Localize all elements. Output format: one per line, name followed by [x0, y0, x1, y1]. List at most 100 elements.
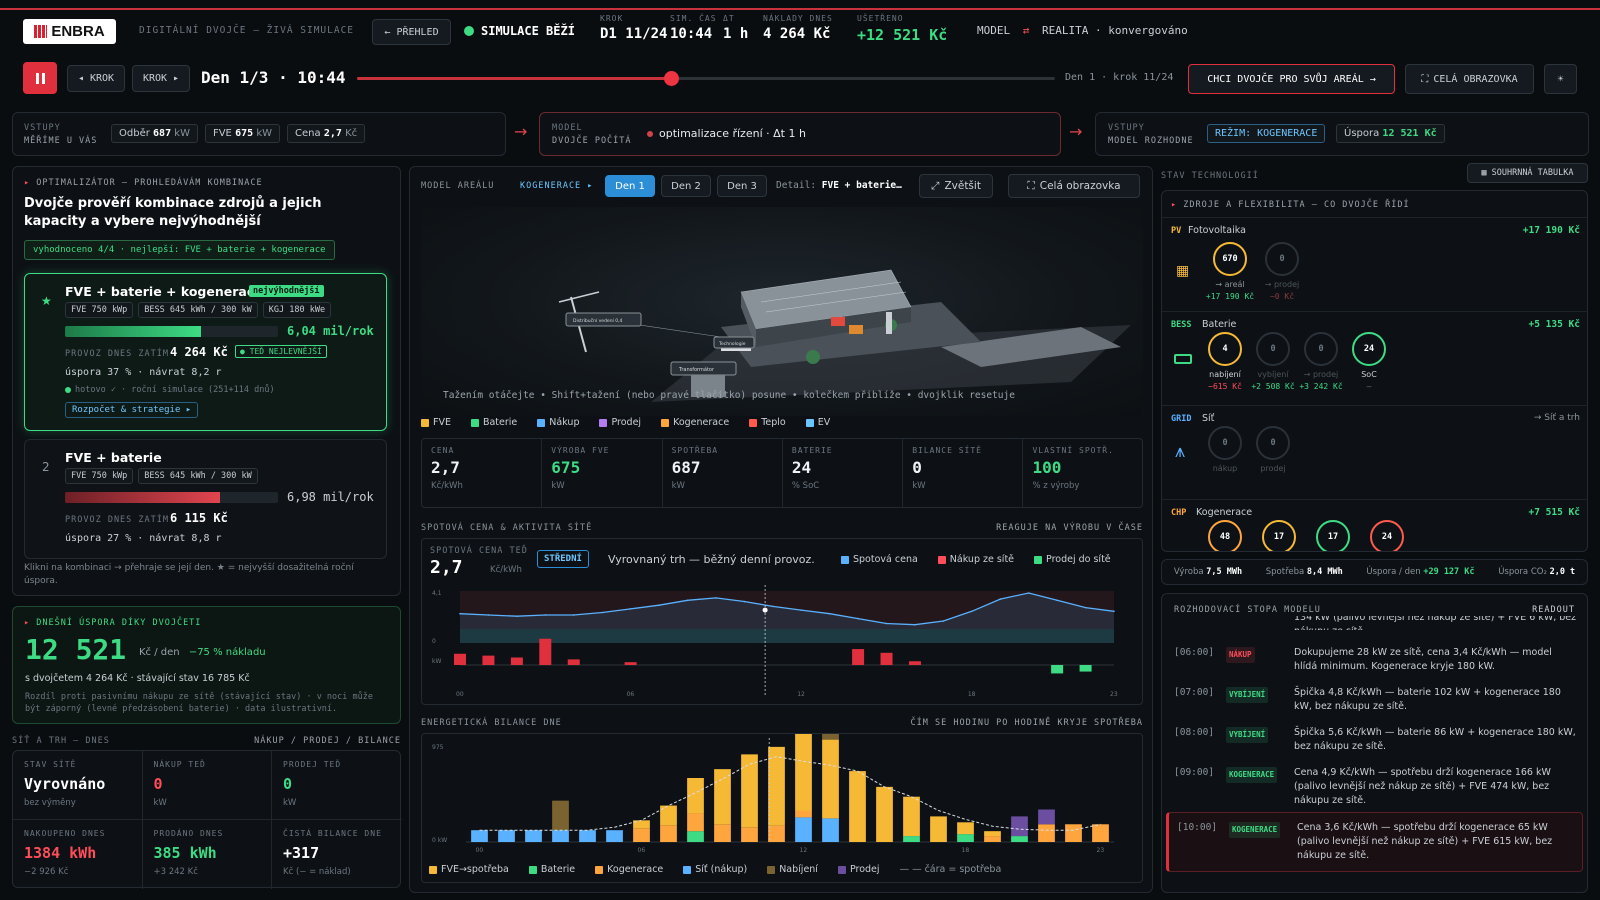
balance-bar-segment	[471, 830, 488, 842]
buy-bar	[908, 661, 921, 665]
price-point	[459, 612, 461, 615]
3d-scene[interactable]: Distribuční vedení 0,4 Transformátor Tec…	[421, 207, 1143, 416]
fullscreen-icon: ⛶	[1027, 179, 1035, 192]
tech-gauge: 17	[1262, 520, 1296, 551]
done-dot-icon	[65, 387, 71, 393]
price-point	[658, 604, 660, 606]
price-point	[771, 605, 774, 608]
scene-legend: FVE Baterie Nákup Prodej Kogenerace Teplo EV	[421, 417, 850, 428]
price-point	[572, 614, 575, 616]
balance-bar-segment	[633, 828, 650, 842]
buy-bar	[539, 638, 552, 665]
grid-market-panel: STAV SÍTĚ Vyrovnáno bez výměny NÁKUP TEĎ 0 kW…	[12, 750, 402, 889]
balance-bar-segment	[849, 771, 866, 842]
x-tick: 06	[627, 691, 635, 698]
tech-gauge: 17	[1316, 520, 1350, 551]
tech-gauge: 0	[1256, 426, 1290, 460]
decision-tag: VYBÍJENÍ	[1226, 687, 1269, 703]
timeline-track[interactable]	[357, 71, 1055, 86]
spot-chart: 4,1 0 kW 00 06 12 18 23	[432, 585, 1118, 698]
step-forward-button[interactable]: KROK ▸	[132, 65, 190, 92]
tab-den-2[interactable]: Den 2	[661, 175, 711, 197]
model-status: optimalizace řízení · Δt 1 h	[647, 127, 806, 140]
pv-section[interactable]: PV Fotovoltaika +17 190 Kč ▦ 670 → areál…	[1162, 217, 1587, 311]
tab-den-3[interactable]: Den 3	[717, 175, 767, 197]
model-dot-icon	[647, 130, 653, 137]
combo-name: FVE + baterie	[65, 450, 162, 465]
footer-stat: Spotřeba 8,4 MWh	[1265, 567, 1343, 577]
price-point	[1113, 610, 1115, 613]
power-pylon-icon: ⩚	[1175, 441, 1186, 462]
overview-button[interactable]: ← PŘEHLED	[372, 19, 451, 45]
combo-card-best[interactable]: ★ FVE + baterie + kogenerace nejvýhodněj…	[24, 273, 387, 431]
buy-bar	[852, 649, 865, 665]
scene-fullscreen-button[interactable]: ⛶ Celá obrazovka	[1008, 174, 1140, 198]
pause-button[interactable]	[23, 62, 57, 94]
decision-row: [07:00] VYBÍJENÍ Špička 4,8 Kč/kWh — bater…	[1174, 687, 1561, 712]
bess-section[interactable]: BESS Baterie +5 135 Kč 4 nabíjení −615 Kč 0…	[1162, 311, 1587, 405]
combo-rank: 2	[42, 460, 50, 474]
status-dot-icon	[464, 26, 474, 36]
scene-label: Technologie	[718, 341, 746, 347]
header-stat: UŠETŘENO +12 521 Kč	[857, 14, 948, 44]
sync-icon: ⇄	[1022, 24, 1030, 37]
model-area-panel: MODEL AREÁLU KOGENERACE ▸ Den 1 Den 2 De…	[409, 166, 1153, 893]
balance-bar-segment	[1065, 824, 1082, 842]
solar-panel-icon: ▦	[1176, 263, 1190, 279]
combo-card[interactable]: 2 FVE + baterie FVE 750 kWp BESS 645 kWh…	[24, 439, 387, 559]
logo-text: ENBRA	[51, 23, 105, 40]
step-back-button[interactable]: ◂ KROK	[67, 65, 125, 92]
chp-section[interactable]: CHP Kogenerace +7 515 Kč 48 17 17 24	[1162, 499, 1587, 551]
balance-bar-segment	[714, 824, 731, 842]
metric-tile: BATERIE 24% SoC	[783, 439, 904, 507]
zoom-button[interactable]: ⤢ Zvětšit	[919, 174, 993, 198]
combo-specs: FVE 750 kWp BESS 645 kWh / 300 kW	[65, 468, 258, 484]
decision-tag: VYBÍJENÍ	[1226, 727, 1269, 743]
site-model-svg: Distribuční vedení 0,4 Transformátor Tec…	[558, 269, 1131, 402]
legend-swatch-icon	[421, 418, 429, 427]
theme-toggle[interactable]: ☀	[1544, 64, 1577, 94]
balance-bar-segment	[1011, 836, 1028, 842]
balance-bar-segment	[984, 831, 1001, 837]
legend-swatch-icon	[470, 418, 479, 427]
legend-swatch-icon	[429, 865, 437, 874]
enbra-logo[interactable]: ENBRA	[23, 19, 116, 44]
y-tick: 4,1	[432, 590, 442, 597]
logo-mark-icon	[34, 25, 48, 38]
spot-label: SPOTOVÁ CENA & AKTIVITA SÍTĚ	[421, 523, 593, 533]
tab-den-1[interactable]: Den 1	[605, 175, 655, 197]
sell-bar	[1079, 665, 1092, 672]
scene-label: Transformátor	[678, 366, 715, 373]
legend-item: FVE	[421, 417, 461, 428]
pv-sell-gauge: 0	[1265, 242, 1299, 276]
grid-cell: NÁKUP TEĎ 0 kW	[142, 751, 272, 820]
decision-row: [08:00] VYBÍJENÍ Špička 5,6 Kč/kWh — bater…	[1174, 727, 1576, 752]
balance-bar-segment	[552, 800, 569, 831]
cta-button[interactable]: CHCI DVOJČE PRO SVŮJ AREÁL →	[1188, 64, 1395, 94]
battery-icon	[1174, 354, 1192, 364]
balance-bar-segment	[714, 769, 731, 825]
y-tick: 975	[432, 744, 444, 751]
detail-select[interactable]: Detail: FVE + baterie…	[776, 180, 902, 191]
fullscreen-button[interactable]: ⛶ CELÁ OBRAZOVKA	[1405, 64, 1534, 94]
top-accent	[0, 8, 1600, 10]
balance-bar-segment	[822, 739, 839, 819]
combo-specs: FVE 750 kWp BESS 645 kWh / 300 kW KGJ 18…	[65, 302, 332, 318]
buy-bar	[510, 657, 523, 665]
grid-section[interactable]: GRID Síť → Síť a trh ⩚ 0 nákup 0 prodej	[1162, 405, 1587, 499]
price-point	[800, 609, 803, 611]
market-badge: STŘEDNÍ	[537, 550, 589, 568]
flow-arrow-icon: →	[514, 122, 528, 141]
summary-table-button[interactable]: ▦ SOUHRNNÁ TABULKA	[1467, 163, 1588, 183]
spot-legend: Spotová cena Nákup ze sítě Prodej do sítě	[841, 554, 1131, 565]
budget-link[interactable]: Rozpočet & strategie ▸	[65, 402, 199, 418]
footer-stat: Úspora CO₂ 2,0 t	[1498, 567, 1576, 577]
optimizer-label: OPTIMALIZÁTOR — PROHLEDÁVÁM KOMBINACE	[36, 178, 263, 188]
timeline-handle[interactable]	[664, 71, 680, 86]
legend-item: Prodej	[599, 417, 651, 428]
y-tick: 0 kW	[432, 837, 447, 844]
consumption-line	[479, 756, 1101, 831]
buy-bar	[454, 653, 466, 665]
legend-item: Prodej	[837, 864, 890, 875]
legend-item: — — čára = spotřeba	[899, 864, 1002, 875]
